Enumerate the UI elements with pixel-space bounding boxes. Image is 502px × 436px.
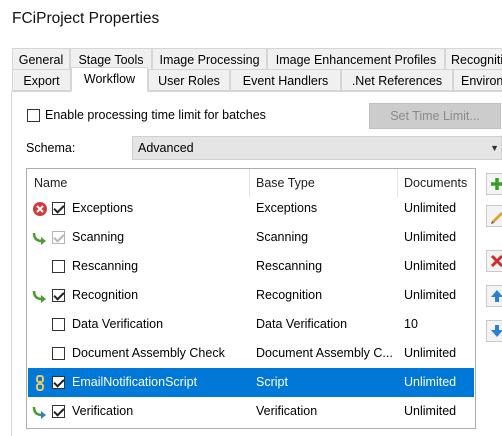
- stage-base-type: Script: [256, 375, 288, 389]
- column-header-base-type[interactable]: Base Type: [249, 169, 397, 197]
- route-arrow-icon-blue: [32, 406, 46, 419]
- stage-base-type: Verification: [256, 404, 318, 418]
- tab-environment[interactable]: Environ: [453, 69, 502, 91]
- stage-checkbox[interactable]: [52, 347, 65, 360]
- stage-checkbox[interactable]: [52, 376, 65, 389]
- add-icon: [491, 178, 502, 190]
- tab-user-roles[interactable]: User Roles: [148, 69, 230, 91]
- stage-base-type: Scanning: [256, 230, 309, 244]
- title-bar: FCiProject Properties: [0, 0, 502, 40]
- add-stage-button[interactable]: [486, 173, 502, 195]
- set-time-limit-button[interactable]: Set Time Limit...: [369, 103, 501, 129]
- stage-base-type: Recognition: [256, 288, 323, 302]
- stage-checkbox[interactable]: [52, 405, 65, 418]
- stage-checkbox[interactable]: [52, 260, 65, 273]
- stage-name: Exceptions: [72, 201, 134, 215]
- stage-name: Scanning: [72, 230, 125, 244]
- edit-icon: [491, 212, 502, 224]
- chevron-down-icon: ▼: [490, 143, 499, 153]
- table-row[interactable]: Scanning Scanning Unlimited: [28, 223, 474, 252]
- stage-base-type: Document Assembly C...: [256, 346, 393, 360]
- table-row[interactable]: Data Verification Data Verification 10: [28, 310, 474, 339]
- stage-name: EmailNotificationScript: [72, 375, 198, 389]
- move-down-icon: [491, 325, 502, 337]
- table-row[interactable]: Rescanning Rescanning Unlimited: [28, 252, 474, 281]
- tab-recognition[interactable]: Recogniti: [445, 48, 502, 70]
- stage-documents: Unlimited: [404, 230, 457, 244]
- column-header-name[interactable]: Name: [27, 169, 249, 197]
- link-icon: [36, 375, 44, 391]
- delete-stage-button[interactable]: [486, 250, 502, 272]
- move-up-icon: [491, 290, 502, 302]
- stage-documents: Unlimited: [404, 259, 457, 273]
- schema-select[interactable]: Advanced ▼: [132, 136, 502, 160]
- table-row[interactable]: Document Assembly Check Document Assembl…: [28, 339, 474, 368]
- tab-net-references[interactable]: .Net References: [341, 69, 453, 91]
- stage-base-type: Data Verification: [256, 317, 348, 331]
- stage-documents: Unlimited: [404, 201, 457, 215]
- stage-documents: Unlimited: [404, 375, 457, 389]
- delete-icon: [490, 254, 502, 268]
- stage-documents: Unlimited: [404, 346, 457, 360]
- tab-event-handlers[interactable]: Event Handlers: [230, 69, 341, 91]
- stage-name: Document Assembly Check: [72, 346, 225, 360]
- stage-base-type: Rescanning: [256, 259, 323, 273]
- tab-image-enhancement-profiles[interactable]: Image Enhancement Profiles: [267, 48, 445, 70]
- stage-name: Recognition: [72, 288, 139, 302]
- schema-value: Advanced: [138, 141, 194, 155]
- stage-checkbox[interactable]: [52, 318, 65, 331]
- table-row[interactable]: EmailNotificationScript Script Unlimited: [28, 368, 474, 397]
- window-title: FCiProject Properties: [12, 10, 160, 27]
- table-row[interactable]: Exceptions Exceptions Unlimited: [28, 194, 474, 223]
- table-row[interactable]: Verification Verification Unlimited: [28, 397, 474, 426]
- stage-name: Rescanning: [72, 259, 139, 273]
- tab-export[interactable]: Export: [12, 69, 71, 91]
- stage-checkbox[interactable]: [52, 231, 65, 244]
- stage-checkbox[interactable]: [52, 289, 65, 302]
- time-limit-label: Enable processing time limit for batches: [45, 108, 266, 122]
- stage-documents: 10: [404, 317, 418, 331]
- stage-checkbox[interactable]: [52, 202, 65, 215]
- tab-workflow[interactable]: Workflow: [71, 67, 148, 92]
- tab-general[interactable]: General: [12, 48, 70, 70]
- move-up-button[interactable]: [486, 285, 502, 307]
- route-arrow-icon: [32, 232, 46, 245]
- route-arrow-icon: [32, 290, 46, 303]
- schema-label: Schema:: [26, 141, 76, 155]
- workflow-stage-list[interactable]: Name Base Type Documents Exceptions Exce…: [26, 168, 476, 429]
- stage-documents: Unlimited: [404, 404, 457, 418]
- move-down-button[interactable]: [486, 320, 502, 342]
- stage-name: Verification: [72, 404, 134, 418]
- stage-name: Data Verification: [72, 317, 164, 331]
- edit-stage-button[interactable]: [486, 205, 502, 227]
- column-header-documents[interactable]: Documents: [397, 169, 475, 197]
- stage-base-type: Exceptions: [256, 201, 318, 215]
- tab-image-processing[interactable]: Image Processing: [152, 48, 267, 70]
- table-row[interactable]: Recognition Recognition Unlimited: [28, 281, 474, 310]
- stage-documents: Unlimited: [404, 288, 457, 302]
- time-limit-checkbox[interactable]: [27, 109, 40, 122]
- error-icon: [33, 202, 47, 216]
